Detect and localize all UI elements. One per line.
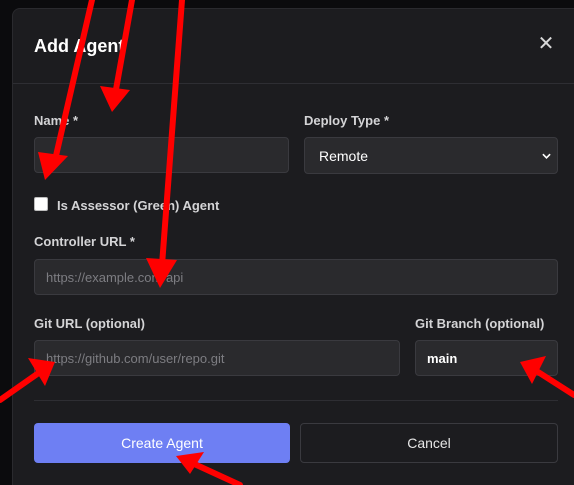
assessor-checkbox[interactable] xyxy=(34,197,48,211)
create-agent-button[interactable]: Create Agent xyxy=(34,423,290,463)
controller-url-input[interactable] xyxy=(34,259,558,295)
git-url-input[interactable] xyxy=(34,340,400,376)
close-icon[interactable]: ✕ xyxy=(536,34,556,54)
deploy-type-label: Deploy Type * xyxy=(304,113,390,128)
controller-url-label: Controller URL * xyxy=(34,234,135,249)
dialog-title: Add Agent xyxy=(34,36,125,56)
git-branch-input[interactable] xyxy=(415,340,558,376)
deploy-type-select[interactable]: Remote xyxy=(304,137,558,174)
name-label: Name * xyxy=(34,113,79,128)
git-url-label: Git URL (optional) xyxy=(34,316,145,331)
assessor-checkbox-label: Is Assessor (Green) Agent xyxy=(57,198,220,213)
footer-divider xyxy=(34,400,558,401)
cancel-button[interactable]: Cancel xyxy=(300,423,558,463)
header-divider xyxy=(13,83,574,84)
chevron-down-icon xyxy=(542,153,551,159)
git-branch-label: Git Branch (optional) xyxy=(415,316,545,331)
deploy-type-value: Remote xyxy=(319,147,369,164)
name-input[interactable] xyxy=(34,137,289,173)
